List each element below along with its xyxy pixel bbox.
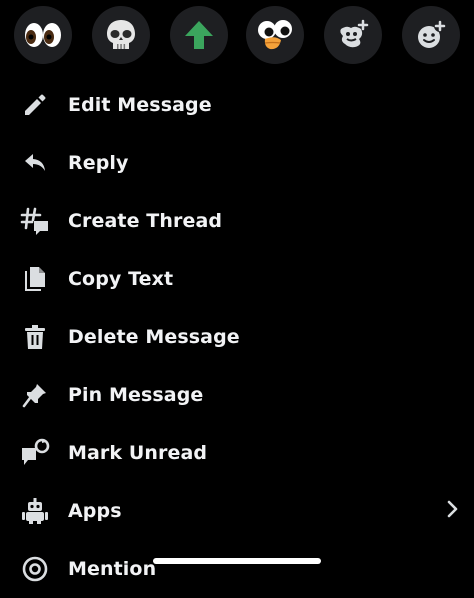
menu-item-delete-message[interactable]: Delete Message: [0, 308, 474, 366]
menu-item-label: Pin Message: [68, 384, 204, 406]
menu-item-copy-text[interactable]: Copy Text: [0, 250, 474, 308]
add-super-reaction-icon: [340, 19, 369, 48]
mark-unread-icon: [18, 436, 52, 470]
eyes-emoji-icon: [25, 23, 61, 47]
add-reaction-icon: [418, 20, 446, 48]
super-reaction-button[interactable]: [324, 6, 382, 64]
menu-item-apps[interactable]: Apps: [0, 482, 474, 540]
reaction-duck-button[interactable]: [246, 6, 304, 64]
menu-item-label: Mention: [68, 558, 157, 580]
copy-icon: [18, 262, 52, 296]
home-indicator[interactable]: [153, 558, 321, 564]
reaction-upvote-button[interactable]: [170, 6, 228, 64]
menu-item-label: Create Thread: [68, 210, 223, 232]
at-icon: [18, 552, 52, 586]
menu-item-label: Copy Text: [68, 268, 174, 290]
trash-icon: [18, 320, 52, 354]
green-up-arrow-icon: [185, 21, 213, 49]
pencil-icon: [18, 88, 52, 122]
duck-eyes-emoji-icon: [258, 20, 292, 50]
menu-item-mark-unread[interactable]: Mark Unread: [0, 424, 474, 482]
pin-icon: [18, 378, 52, 412]
quick-reactions-bar: [0, 0, 474, 72]
skull-emoji-icon: [107, 20, 135, 49]
menu-item-label: Reply: [68, 152, 129, 174]
robot-icon: [18, 494, 52, 528]
menu-item-label: Delete Message: [68, 326, 240, 348]
menu-item-mention[interactable]: Mention: [0, 540, 474, 598]
menu-item-create-thread[interactable]: Create Thread: [0, 192, 474, 250]
reply-arrow-icon: [18, 146, 52, 180]
thread-icon: [18, 204, 52, 238]
reaction-eyes-button[interactable]: [14, 6, 72, 64]
chevron-right-icon: [446, 500, 458, 522]
menu-item-label: Edit Message: [68, 94, 212, 116]
add-reaction-button[interactable]: [402, 6, 460, 64]
menu-item-reply[interactable]: Reply: [0, 134, 474, 192]
menu-item-edit-message[interactable]: Edit Message: [0, 76, 474, 134]
menu-item-pin-message[interactable]: Pin Message: [0, 366, 474, 424]
reaction-skull-button[interactable]: [92, 6, 150, 64]
menu-item-label: Mark Unread: [68, 442, 208, 464]
menu-item-label: Apps: [68, 500, 122, 522]
